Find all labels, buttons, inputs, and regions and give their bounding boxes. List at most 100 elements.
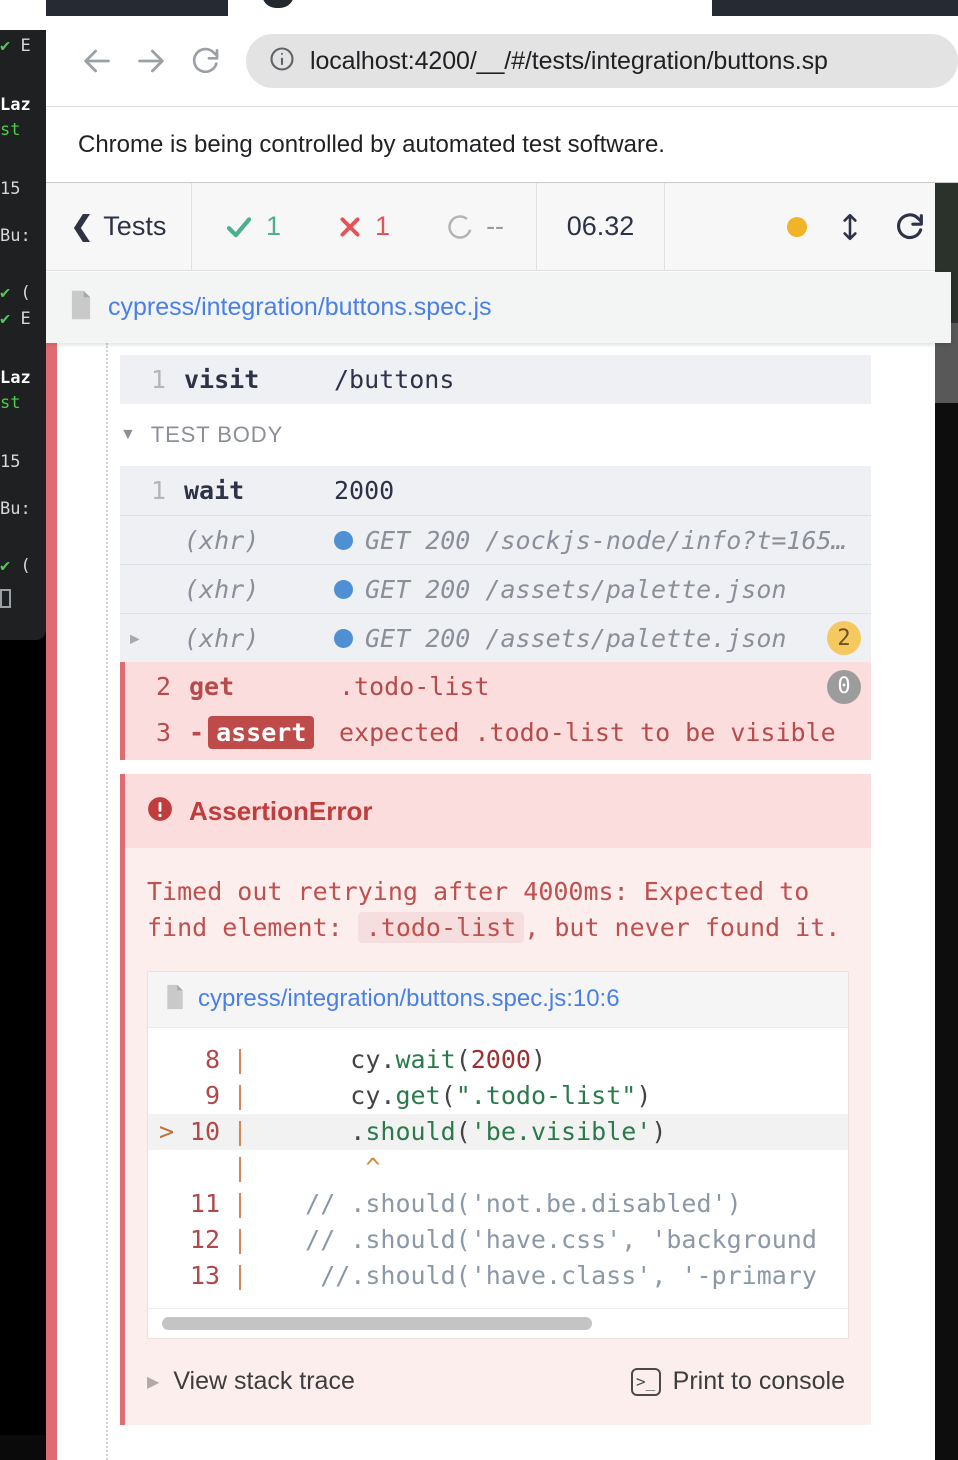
reload-icon[interactable]: [178, 34, 232, 88]
command-number: 1: [150, 365, 166, 394]
xhr-row[interactable]: (xhr) GET 200 /sockjs-node/info?t=165…: [120, 515, 871, 564]
browser-tab-middle[interactable]: [262, 0, 294, 8]
console-icon: >_: [630, 1367, 661, 1396]
code-frame-scrollbar-thumb[interactable]: [162, 1316, 592, 1330]
command-method: get: [189, 672, 235, 701]
terminal-cursor: [0, 589, 11, 608]
expand-arrow-icon[interactable]: ▶: [130, 629, 140, 648]
code-line-separator: |: [232, 1261, 248, 1290]
x-icon: [337, 214, 363, 240]
error-message-line2-pre: find element:: [147, 913, 358, 943]
stat-failed-value: 1: [375, 211, 391, 241]
command-number: 3: [155, 718, 171, 747]
assertion-dash: -: [189, 718, 205, 747]
code-line-number: 13: [189, 1261, 220, 1290]
browser-toolbar: localhost:4200/__/#/tests/integration/bu…: [46, 16, 958, 106]
terminal-output-panel: ✔ ( ✔ E Laz st 15 Bu: ✔ ( ✔ E Laz st 15 …: [0, 0, 46, 640]
code-line-number: 10: [189, 1117, 220, 1146]
command-number: 1: [150, 476, 166, 505]
print-to-console-button[interactable]: >_ Print to console: [630, 1367, 845, 1396]
command-message: expected .todo-list to be visible: [339, 718, 836, 747]
forward-arrow-icon[interactable]: [124, 34, 178, 88]
view-stack-trace-button[interactable]: ▶ View stack trace: [147, 1367, 355, 1396]
failed-commands-block: 2 get .todo-list 0 3 - assert expected .…: [120, 662, 871, 760]
command-number: 2: [155, 672, 171, 701]
code-line: 11 | // .should('not.be.disabled'): [148, 1186, 848, 1222]
assertion-row-failed[interactable]: 3 - assert expected .todo-list to be vis…: [125, 711, 871, 760]
code-frame-scrollbar[interactable]: [148, 1307, 848, 1338]
code-frame-file-link[interactable]: cypress/integration/buttons.spec.js:10:6: [148, 971, 848, 1028]
error-panel: AssertionError Timed out retrying after …: [120, 774, 871, 1425]
site-info-icon[interactable]: [268, 45, 296, 78]
code-line-text: ^: [260, 1153, 381, 1182]
xhr-row[interactable]: (xhr) GET 200 /assets/palette.json: [120, 564, 871, 613]
command-row[interactable]: 1 wait 2000: [120, 466, 871, 515]
desktop-backdrop-left: [0, 640, 46, 1435]
code-frame-lines: 8 | cy.wait(2000) 9 | cy.get(".todo-list") >…: [148, 1028, 848, 1308]
caret-right-icon: ▶: [147, 1373, 160, 1391]
restart-tests-icon[interactable]: [893, 210, 927, 244]
code-line: >10 | .should('be.visible'): [148, 1113, 848, 1150]
xhr-message-text: GET 200 /assets/palette.json: [365, 574, 787, 604]
code-line-separator: |: [232, 1117, 248, 1146]
error-selector: .todo-list: [357, 912, 525, 944]
back-arrow-icon[interactable]: [70, 34, 124, 88]
print-to-console-label: Print to console: [672, 1367, 845, 1395]
error-message-line1: Timed out retrying after 4000ms: Expecte…: [147, 877, 810, 906]
back-to-tests-label: Tests: [103, 211, 167, 241]
caret-down-icon: ▼: [120, 426, 137, 443]
reporter-header: ❮ Tests 1 1 -- 06.32: [46, 183, 951, 271]
xhr-message-text: GET 200 /assets/palette.json: [365, 623, 787, 653]
command-message: 2000: [334, 476, 395, 505]
command-method: (xhr): [184, 525, 260, 555]
test-status-rail: [46, 343, 57, 1460]
reporter-timer-value: 06.32: [566, 211, 635, 241]
pending-circle-icon: [446, 213, 474, 241]
stat-passed: 1: [196, 211, 309, 242]
code-frame: cypress/integration/buttons.spec.js:10:6…: [147, 970, 849, 1339]
code-line-text: // .should('have.css', 'background: [260, 1225, 817, 1254]
command-method: (xhr): [184, 623, 260, 653]
code-line-number: 9: [204, 1081, 220, 1110]
code-line: 12 | // .should('have.css', 'background: [148, 1222, 848, 1258]
back-to-tests-button[interactable]: ❮ Tests: [46, 183, 192, 270]
command-method: visit: [184, 365, 260, 394]
error-message-line2-post: , but never found it.: [524, 913, 841, 943]
hook-guide-line: [106, 343, 108, 1460]
element-count-badge: 0: [827, 669, 861, 704]
command-message: GET 200 /assets/palette.json: [334, 575, 871, 604]
command-message: .todo-list: [339, 672, 490, 701]
stat-passed-value: 1: [266, 211, 282, 241]
command-method: wait: [184, 476, 245, 505]
running-indicator-dot: [787, 216, 807, 237]
command-row-failed[interactable]: 2 get .todo-list 0: [125, 662, 871, 711]
code-line-marker: >: [158, 1117, 174, 1146]
chevron-left-icon: ❮: [70, 211, 94, 241]
test-body-toggle[interactable]: ▼ TEST BODY: [120, 404, 871, 466]
error-title: AssertionError: [189, 795, 373, 826]
xhr-row[interactable]: ▶ (xhr) GET 200 /assets/palette.json 2: [120, 613, 871, 662]
code-line-number: 8: [204, 1045, 220, 1074]
code-line-text: // .should('not.be.disabled'): [260, 1189, 742, 1218]
code-line-number: 11: [189, 1189, 220, 1218]
assert-pill: assert: [208, 716, 315, 749]
code-line-separator: |: [232, 1225, 248, 1254]
spec-file-header[interactable]: cypress/integration/buttons.spec.js: [46, 272, 951, 343]
xhr-message-text: GET 200 /sockjs-node/info?t=165…: [365, 525, 847, 555]
command-row[interactable]: 1 visit /buttons: [120, 355, 871, 404]
code-line: 13 | //.should('have.class', '-primary: [148, 1258, 848, 1294]
command-log: 1 visit /buttons ▼ TEST BODY 1 wait 2000…: [46, 343, 951, 1460]
error-message: Timed out retrying after 4000ms: Expecte…: [125, 848, 871, 967]
stat-pending: --: [418, 211, 532, 242]
code-line-number: 12: [189, 1225, 220, 1254]
desktop-backdrop-left-foot: [0, 1435, 46, 1460]
address-bar[interactable]: localhost:4200/__/#/tests/integration/bu…: [246, 34, 958, 88]
code-line: 8 | cy.wait(2000): [148, 1042, 848, 1078]
command-method: - assert: [189, 716, 339, 749]
stat-pending-value: --: [486, 211, 505, 241]
code-line: 9 | cy.get(".todo-list"): [148, 1078, 848, 1114]
automation-infobar-text: Chrome is being controlled by automated …: [78, 131, 665, 158]
code-line-text: .should('be.visible'): [260, 1117, 667, 1146]
auto-scroll-toggle-icon[interactable]: [837, 212, 863, 242]
command-message: /buttons: [334, 365, 455, 394]
